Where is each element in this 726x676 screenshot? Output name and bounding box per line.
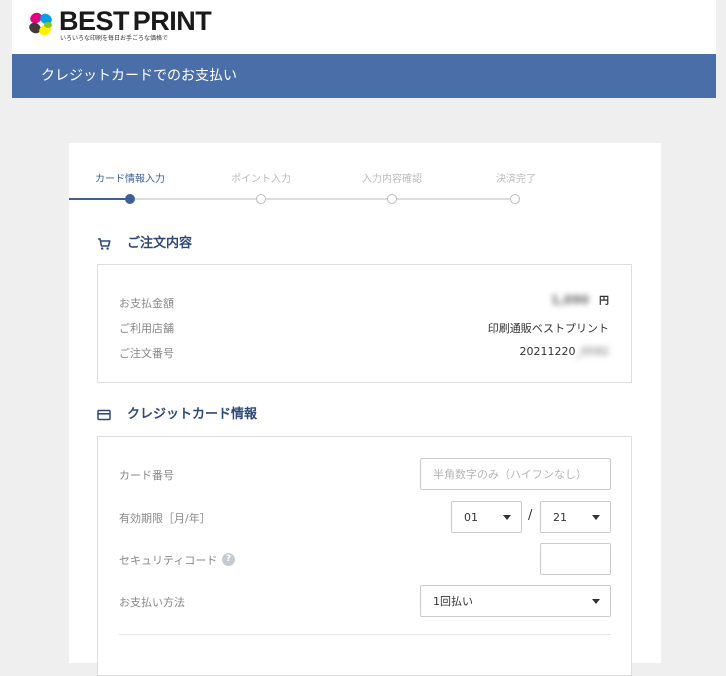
step-label-points: ポイント入力 bbox=[231, 174, 291, 185]
help-icon[interactable]: ? bbox=[222, 553, 235, 566]
card-form-box: カード番号 半角数字のみ（ハイフンなし） 有効期限［月/年］ 01 / 21 セ… bbox=[97, 436, 632, 676]
chevron-down-icon bbox=[592, 599, 600, 604]
security-code-label: セキュリティコード bbox=[119, 554, 218, 567]
step-dot-complete bbox=[510, 194, 520, 204]
credit-card-icon bbox=[97, 409, 111, 421]
step-dot-confirm bbox=[387, 194, 397, 204]
progress-stepper: カード情報入力 ポイント入力 入力内容確認 決済完了 bbox=[69, 143, 661, 213]
order-number-value: 20211220_0592 bbox=[520, 345, 610, 358]
expiry-year-select[interactable]: 21 bbox=[540, 501, 611, 533]
security-code-input[interactable] bbox=[540, 543, 611, 575]
logo-wordmark: BEST PRINT bbox=[59, 6, 212, 36]
card-section-label: クレジットカード情報 bbox=[127, 407, 258, 422]
order-number-visible: 20211220 bbox=[519, 345, 576, 358]
step-label-card-info: カード情報入力 bbox=[95, 174, 165, 185]
order-number-masked: _0592 bbox=[575, 345, 610, 358]
logo-tagline: いろいろな印刷を毎日お手ごろな価格で bbox=[60, 35, 169, 42]
amount-value: 1,090 円 bbox=[551, 292, 609, 307]
payment-method-label: お支払い方法 bbox=[119, 596, 185, 609]
chevron-down-icon bbox=[592, 515, 600, 520]
site-header: BEST PRINT いろいろな印刷を毎日お手ごろな価格で bbox=[12, 0, 716, 54]
page-title: クレジットカードでのお支払い bbox=[41, 68, 237, 84]
payment-method-value: 1回払い bbox=[433, 595, 473, 608]
expiry-year-value: 21 bbox=[553, 510, 567, 524]
step-label-complete: 決済完了 bbox=[496, 174, 536, 185]
store-value: 印刷通販ベストプリント bbox=[487, 322, 609, 335]
expiry-month-value: 01 bbox=[464, 510, 478, 524]
cart-icon bbox=[98, 238, 111, 250]
payment-card: カード情報入力 ポイント入力 入力内容確認 決済完了 ご注文内容 お支払金額 1… bbox=[69, 143, 661, 676]
form-divider bbox=[119, 634, 611, 635]
order-number-label: ご注文番号 bbox=[119, 347, 174, 360]
chevron-down-icon bbox=[503, 515, 511, 520]
expiry-month-select[interactable]: 01 bbox=[451, 501, 522, 533]
step-dot-card-info bbox=[125, 194, 135, 204]
amount-number: 1,090 bbox=[550, 293, 589, 307]
payment-method-select[interactable]: 1回払い bbox=[420, 585, 611, 617]
logo-flower-icon bbox=[29, 12, 52, 36]
store-label: ご利用店舗 bbox=[119, 322, 174, 335]
card-number-input[interactable]: 半角数字のみ（ハイフンなし） bbox=[420, 458, 611, 490]
card-number-label: カード番号 bbox=[119, 469, 174, 482]
step-line bbox=[130, 198, 515, 200]
amount-unit: 円 bbox=[599, 296, 609, 307]
order-section-label: ご注文内容 bbox=[127, 236, 193, 251]
page-title-bar: クレジットカードでのお支払い bbox=[12, 54, 716, 98]
step-dot-points bbox=[256, 194, 266, 204]
expiry-label: 有効期限［月/年］ bbox=[119, 512, 211, 525]
amount-label: お支払金額 bbox=[119, 297, 174, 310]
expiry-separator: / bbox=[528, 508, 533, 523]
step-label-confirm: 入力内容確認 bbox=[362, 174, 422, 185]
step-line-active bbox=[69, 198, 130, 200]
order-summary-box: お支払金額 1,090 円 ご利用店舗 印刷通販ベストプリント ご注文番号 20… bbox=[97, 264, 632, 383]
